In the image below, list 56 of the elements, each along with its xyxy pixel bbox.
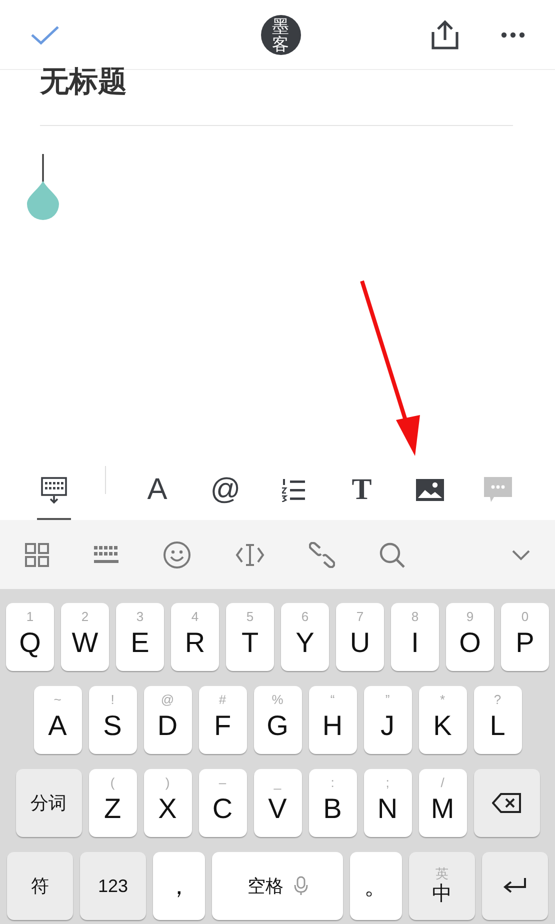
format-tab[interactable]: @: [208, 462, 242, 520]
keyboard-icon[interactable]: [93, 544, 119, 564]
cursor-move-icon[interactable]: [235, 542, 265, 566]
space-key[interactable]: 空格: [212, 852, 343, 920]
letter-key[interactable]: 4 R: [171, 603, 219, 671]
function-key[interactable]: 分词: [16, 769, 82, 837]
check-icon[interactable]: [30, 24, 60, 46]
backspace-key[interactable]: [474, 769, 540, 837]
letter-key[interactable]: ; N: [364, 769, 412, 837]
logo: 墨客: [260, 14, 300, 54]
letter-key[interactable]: 8 I: [391, 603, 439, 671]
language-key[interactable]: 英 中: [409, 852, 475, 920]
smiley-icon[interactable]: [163, 540, 191, 568]
chevron-down-icon[interactable]: [511, 548, 531, 560]
search-icon[interactable]: [379, 542, 405, 568]
text-cursor-handle[interactable]: [26, 154, 60, 220]
letter-key[interactable]: ~ A: [34, 686, 82, 754]
backspace-icon: [492, 793, 522, 813]
microphone-icon: [294, 876, 308, 896]
letter-key[interactable]: ? L: [474, 686, 522, 754]
function-key[interactable]: 123: [80, 852, 146, 920]
keyboard-hide-icon[interactable]: [40, 476, 68, 504]
punctuation-key[interactable]: 。: [350, 852, 402, 920]
letter-key[interactable]: ” J: [364, 686, 412, 754]
numbered-list-icon[interactable]: [282, 478, 306, 502]
note-title[interactable]: 无标题: [40, 64, 127, 100]
image-icon[interactable]: [416, 479, 444, 501]
more-icon[interactable]: [501, 32, 525, 38]
format-tab[interactable]: T: [344, 462, 379, 520]
letter-key[interactable]: ( Z: [88, 769, 136, 837]
letter-key[interactable]: @ D: [144, 686, 192, 754]
letter-key[interactable]: “ H: [308, 686, 356, 754]
letter-key[interactable]: ) X: [144, 769, 192, 837]
letter-key[interactable]: # F: [198, 686, 246, 754]
letter-key[interactable]: 0 P: [501, 603, 549, 671]
letter-key[interactable]: 2 W: [61, 603, 109, 671]
letter-key[interactable]: 7 U: [336, 603, 384, 671]
function-key[interactable]: 符: [7, 852, 73, 920]
enter-icon: [502, 877, 528, 895]
letter-key[interactable]: 1 Q: [6, 603, 54, 671]
letter-key[interactable]: ! S: [88, 686, 136, 754]
letter-key[interactable]: % G: [254, 686, 302, 754]
punctuation-key[interactable]: ，: [153, 852, 205, 920]
letter-key[interactable]: 6 Y: [281, 603, 329, 671]
share-icon[interactable]: [431, 20, 459, 50]
format-tab[interactable]: A: [140, 462, 174, 520]
link-icon[interactable]: [309, 542, 335, 568]
grid-icon[interactable]: [25, 542, 49, 566]
letter-key[interactable]: : B: [308, 769, 356, 837]
letter-key[interactable]: 9 O: [446, 603, 494, 671]
letter-key[interactable]: * K: [418, 686, 466, 754]
letter-key[interactable]: 5 T: [226, 603, 274, 671]
letter-key[interactable]: _ V: [254, 769, 302, 837]
letter-key[interactable]: / M: [418, 769, 466, 837]
letter-key[interactable]: – C: [198, 769, 246, 837]
letter-key[interactable]: 3 E: [116, 603, 164, 671]
